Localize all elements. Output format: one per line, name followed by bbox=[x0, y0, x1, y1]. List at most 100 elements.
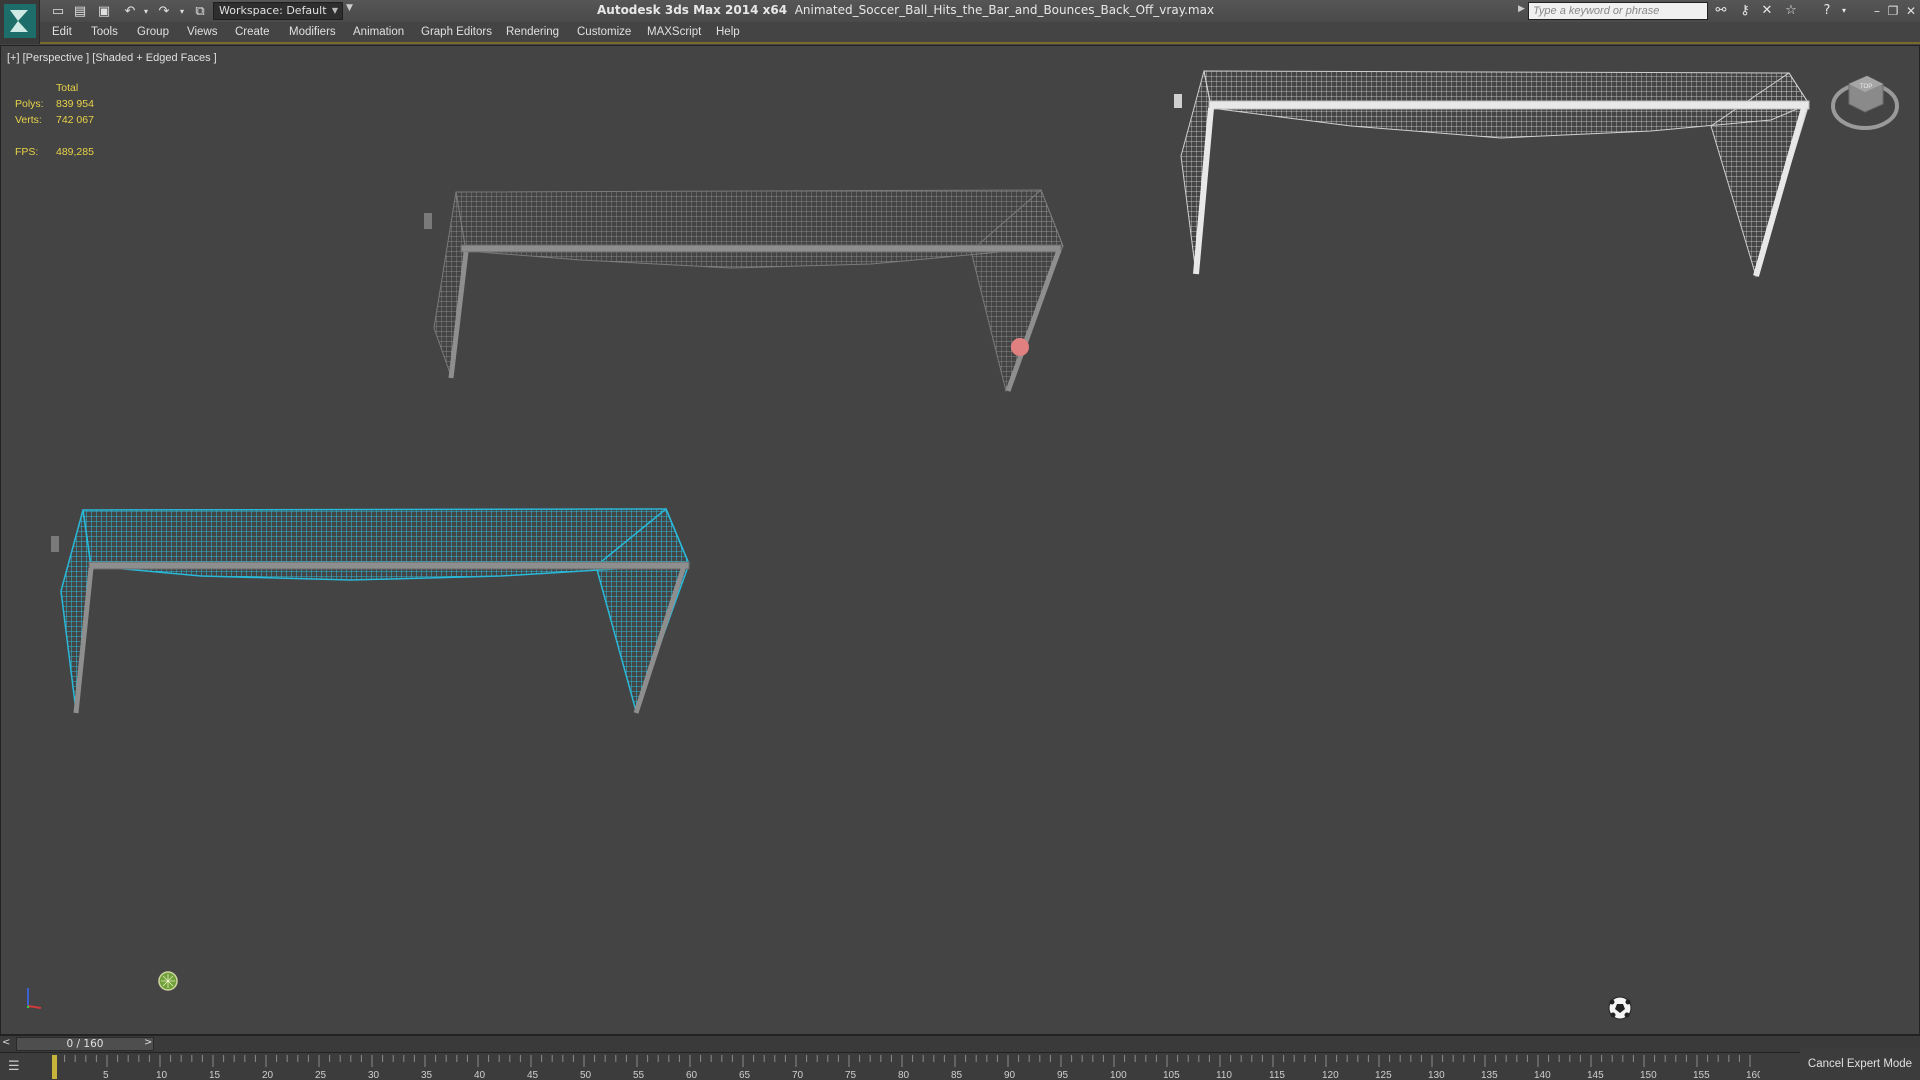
window-title: Autodesk 3ds Max 2014 x64 Animated_Socce… bbox=[597, 3, 1214, 17]
app-window: ▭ ▤ ▣ ↶ ▾ ↷ ▾ ⧉ Workspace: Default ▼ ▼ A… bbox=[0, 0, 1920, 1080]
verts-label: Verts: bbox=[15, 114, 42, 126]
ruler-tick-label: 100 bbox=[1110, 1070, 1127, 1080]
ruler-tick-label: 75 bbox=[845, 1070, 857, 1080]
ruler-tick-label: 10 bbox=[156, 1070, 168, 1080]
ruler-tick-label: 50 bbox=[580, 1070, 592, 1080]
ruler-tick-label: 145 bbox=[1587, 1070, 1604, 1080]
current-frame-marker[interactable] bbox=[52, 1055, 57, 1079]
soccer-ball-icon[interactable] bbox=[1608, 996, 1632, 1020]
ruler-tick-label: 25 bbox=[315, 1070, 327, 1080]
track-bar[interactable]: ☰ 5 10 15 20 25 30 35 40 45 50 55 60 65 70 75 80 85 90 95 1… bbox=[0, 1052, 1920, 1080]
polys-label: Polys: bbox=[15, 98, 44, 110]
customize-quick-access-icon[interactable]: ▼ bbox=[346, 3, 353, 13]
ruler-tick-label: 90 bbox=[1004, 1070, 1016, 1080]
menu-edit[interactable]: Edit bbox=[52, 26, 72, 38]
frame-ruler[interactable]: 5 10 15 20 25 30 35 40 45 50 55 60 65 70 75 80 85 90 95 100… bbox=[50, 1053, 1760, 1080]
max-logo-icon bbox=[4, 4, 36, 38]
menu-maxscript[interactable]: MAXScript bbox=[647, 26, 701, 38]
ruler-tick-label: 40 bbox=[474, 1070, 486, 1080]
ruler-tick-label: 60 bbox=[686, 1070, 698, 1080]
ruler-tick-label: 65 bbox=[739, 1070, 751, 1080]
ruler-tick-label: 15 bbox=[209, 1070, 221, 1080]
app-menu-button[interactable] bbox=[0, 0, 40, 44]
menu-bar: Edit Tools Group Views Create Modifiers … bbox=[40, 22, 1920, 44]
file-name: Animated_Soccer_Ball_Hits_the_Bar_and_Bo… bbox=[794, 3, 1215, 17]
search-input[interactable]: Type a keyword or phrase bbox=[1528, 2, 1708, 20]
title-bar: ▭ ▤ ▣ ↶ ▾ ↷ ▾ ⧉ Workspace: Default ▼ ▼ A… bbox=[0, 0, 1920, 44]
communication-center-icon[interactable]: ✕ bbox=[1757, 2, 1777, 20]
menu-create[interactable]: Create bbox=[235, 26, 270, 38]
ruler-tick-label: 140 bbox=[1534, 1070, 1551, 1080]
redo-icon[interactable]: ↷ bbox=[154, 2, 174, 20]
ruler-tick-label: 160 bbox=[1746, 1070, 1760, 1080]
menu-animation[interactable]: Animation bbox=[353, 26, 404, 38]
ruler-tick-label: 120 bbox=[1322, 1070, 1339, 1080]
subscription-key-icon[interactable]: ⚷ bbox=[1735, 2, 1755, 20]
ruler-tick-label: 45 bbox=[527, 1070, 539, 1080]
menu-help[interactable]: Help bbox=[716, 26, 740, 38]
green-ball-icon[interactable] bbox=[158, 971, 178, 991]
help-dropdown-icon[interactable]: ▾ bbox=[1834, 2, 1854, 20]
fps-label: FPS: bbox=[15, 146, 39, 158]
axis-tripod-icon bbox=[27, 988, 42, 1009]
ruler-tick-label: 150 bbox=[1640, 1070, 1657, 1080]
workspace-dropdown[interactable]: Workspace: Default ▼ bbox=[213, 2, 343, 20]
menu-views[interactable]: Views bbox=[187, 26, 217, 38]
ruler-tick-label: 125 bbox=[1375, 1070, 1392, 1080]
verts-value: 742 067 bbox=[56, 114, 94, 126]
new-file-icon[interactable]: ▭ bbox=[48, 2, 68, 20]
ruler-tick-label: 5 bbox=[103, 1070, 109, 1080]
favorites-star-icon[interactable]: ☆ bbox=[1781, 2, 1801, 20]
redo-dropdown-icon[interactable]: ▾ bbox=[172, 2, 192, 20]
ruler-tick-label: 130 bbox=[1428, 1070, 1445, 1080]
ruler-tick-label: 70 bbox=[792, 1070, 804, 1080]
undo-dropdown-icon[interactable]: ▾ bbox=[136, 2, 156, 20]
workspace-label: Workspace: Default bbox=[219, 4, 327, 17]
goal-cyan-selected[interactable] bbox=[51, 507, 691, 714]
menu-rendering[interactable]: Rendering bbox=[506, 26, 559, 38]
menu-graph-editors[interactable]: Graph Editors bbox=[421, 26, 492, 38]
save-file-icon[interactable]: ▣ bbox=[94, 2, 114, 20]
selection-marker[interactable] bbox=[1011, 338, 1029, 356]
menu-tools[interactable]: Tools bbox=[91, 26, 118, 38]
fps-value: 489,285 bbox=[56, 146, 94, 158]
restore-icon[interactable]: ❐ bbox=[1884, 2, 1902, 20]
menu-modifiers[interactable]: Modifiers bbox=[289, 26, 336, 38]
ruler-tick-label: 80 bbox=[898, 1070, 910, 1080]
viewcube-top-label: TOP bbox=[1860, 84, 1872, 90]
time-prev-button[interactable]: < bbox=[2, 1037, 14, 1051]
goal-white[interactable] bbox=[1174, 70, 1810, 278]
ruler-tick-label: 85 bbox=[951, 1070, 963, 1080]
ruler-tick-label: 110 bbox=[1216, 1070, 1232, 1080]
ruler-tick-label: 95 bbox=[1057, 1070, 1069, 1080]
ruler-tick-label: 115 bbox=[1269, 1070, 1285, 1080]
viewport-scene[interactable]: TOP bbox=[1, 46, 1919, 1034]
polys-value: 839 954 bbox=[56, 98, 94, 110]
ruler-tick-label: 30 bbox=[368, 1070, 380, 1080]
goal-gray[interactable] bbox=[424, 189, 1064, 393]
cancel-expert-mode-button[interactable]: Cancel Expert Mode bbox=[1800, 1048, 1920, 1080]
viewport-label-menu[interactable]: [+] [Perspective ] [Shaded + Edged Faces… bbox=[7, 52, 217, 64]
chevron-down-icon: ▼ bbox=[331, 6, 338, 15]
menu-customize[interactable]: Customize bbox=[577, 26, 631, 38]
ruler-tick-label: 135 bbox=[1481, 1070, 1498, 1080]
ruler-tick-label: 20 bbox=[262, 1070, 274, 1080]
binoculars-icon[interactable]: ⚯ bbox=[1711, 2, 1731, 20]
ruler-tick-label: 155 bbox=[1693, 1070, 1710, 1080]
ruler-tick-label: 55 bbox=[633, 1070, 645, 1080]
project-folder-icon[interactable]: ⧉ bbox=[190, 2, 210, 20]
viewcube[interactable]: TOP bbox=[1831, 75, 1899, 130]
open-file-icon[interactable]: ▤ bbox=[70, 2, 90, 20]
time-slider[interactable]: < 0 / 160 > bbox=[0, 1035, 1920, 1052]
ruler-tick-label: 105 bbox=[1163, 1070, 1180, 1080]
menu-group[interactable]: Group bbox=[137, 26, 169, 38]
close-icon[interactable]: ✕ bbox=[1902, 2, 1920, 20]
app-name: Autodesk 3ds Max 2014 x64 bbox=[597, 3, 788, 17]
search-expand-icon[interactable]: ▶ bbox=[1518, 4, 1525, 14]
stats-header: Total bbox=[56, 82, 79, 94]
ruler-tick-label: 35 bbox=[421, 1070, 433, 1080]
time-next-button[interactable]: > bbox=[144, 1037, 156, 1051]
time-slider-thumb[interactable]: 0 / 160 bbox=[16, 1037, 154, 1051]
mini-curve-editor-icon[interactable]: ☰ bbox=[8, 1059, 32, 1075]
perspective-viewport[interactable]: TOP [+] [Perspective] [Shaded + Edged F… bbox=[0, 45, 1920, 1035]
